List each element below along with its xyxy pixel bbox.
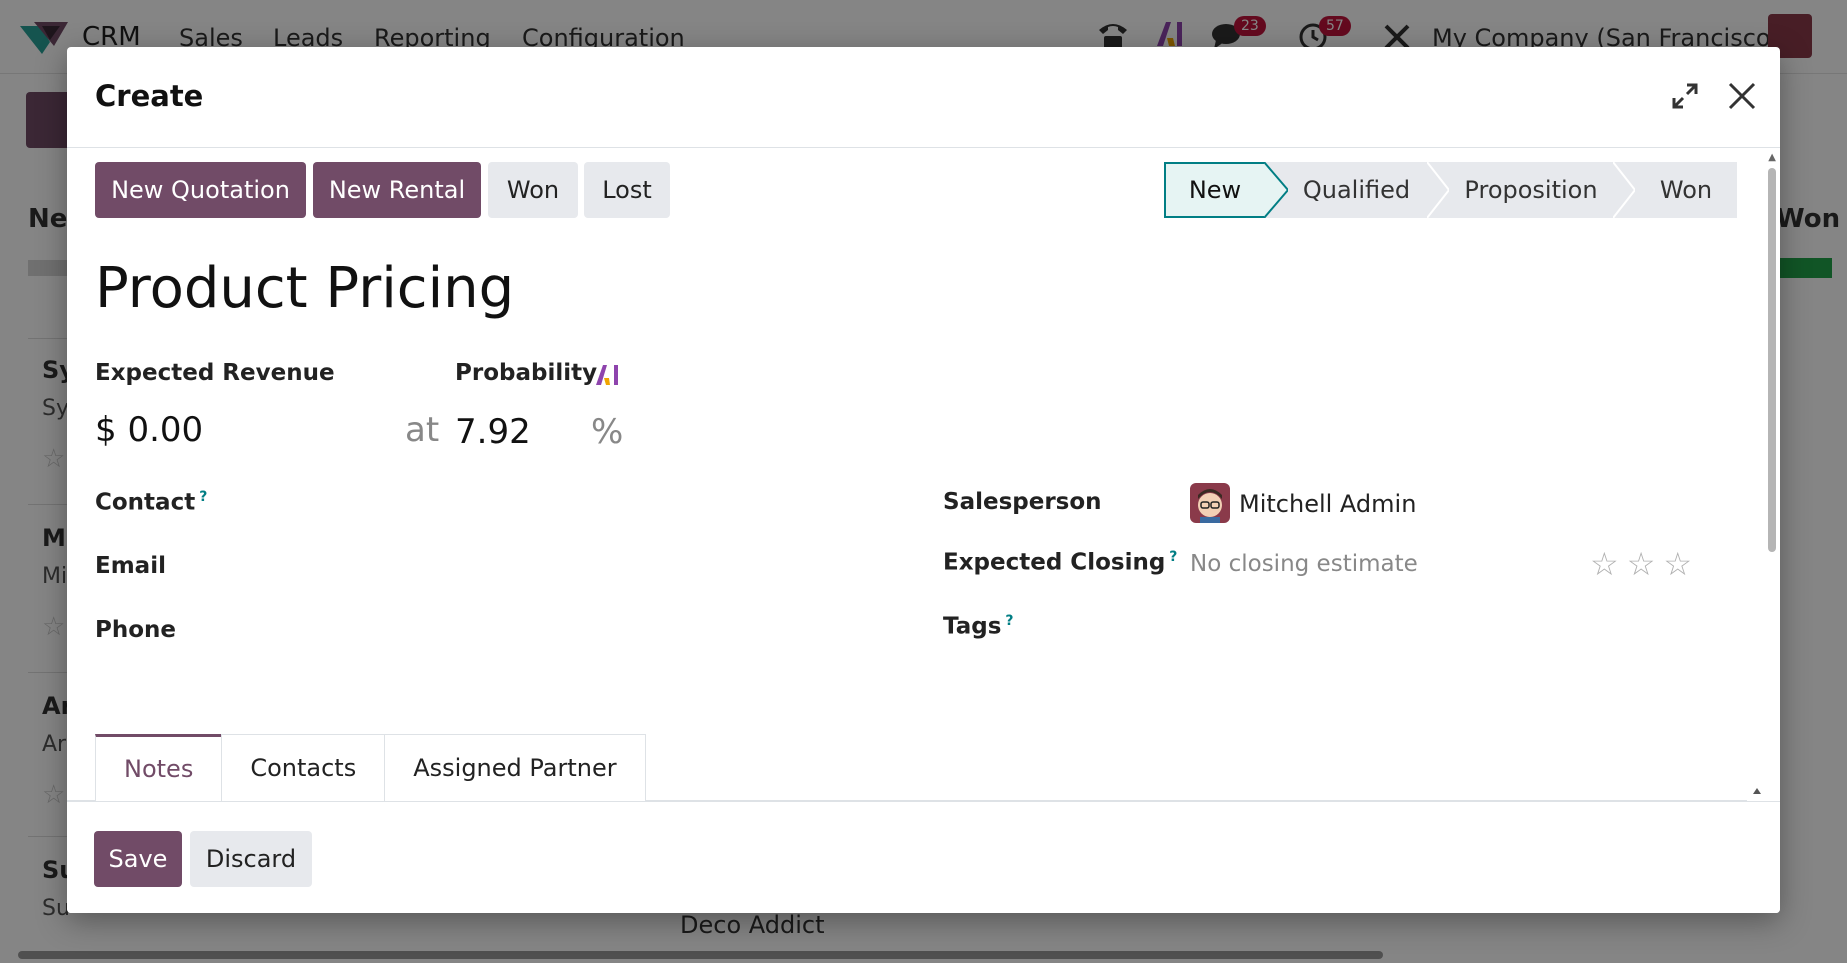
vertical-scrollbar-thumb[interactable] bbox=[1768, 168, 1776, 552]
avatar-image bbox=[1190, 483, 1230, 523]
expected-revenue-input[interactable]: $ 0.00 bbox=[95, 410, 203, 450]
dialog-header: Create bbox=[67, 47, 1780, 148]
expected-closing-input[interactable]: No closing estimate bbox=[1190, 551, 1418, 577]
stage-new[interactable]: New bbox=[1164, 162, 1288, 218]
save-button[interactable]: Save bbox=[94, 831, 182, 887]
tags-label: Tags? bbox=[943, 613, 1014, 640]
stage-statusbar: New Qualified Proposition Won bbox=[1164, 162, 1737, 218]
contact-label-text: Contact bbox=[95, 489, 196, 516]
tags-label-text: Tags bbox=[943, 613, 1002, 640]
ai-probability-icon[interactable] bbox=[595, 364, 621, 386]
notebook-tabs: Notes Contacts Assigned Partner bbox=[95, 734, 646, 801]
stage-qualified[interactable]: Qualified bbox=[1264, 162, 1449, 218]
dialog-footer: Save Discard bbox=[67, 801, 1780, 913]
opportunity-title[interactable]: Product Pricing bbox=[95, 256, 514, 321]
close-icon[interactable] bbox=[1725, 79, 1759, 113]
stage-label: Won bbox=[1659, 176, 1713, 204]
dialog-title: Create bbox=[95, 79, 204, 113]
stage-arrow bbox=[1264, 162, 1288, 218]
discard-button[interactable]: Discard bbox=[190, 831, 312, 887]
tab-contacts[interactable]: Contacts bbox=[221, 734, 386, 801]
help-icon[interactable]: ? bbox=[1005, 613, 1013, 629]
contact-label: Contact? bbox=[95, 489, 207, 516]
stage-label: Proposition bbox=[1464, 176, 1598, 204]
star-icon[interactable]: ☆ bbox=[1663, 548, 1692, 580]
new-rental-button[interactable]: New Rental bbox=[313, 162, 481, 218]
create-dialog: Create ▲ New Quotation New Rental Won Lo… bbox=[67, 47, 1780, 913]
expected-closing-label: Expected Closing? bbox=[943, 549, 1177, 576]
stage-label: New bbox=[1188, 176, 1242, 204]
probability-unit: % bbox=[591, 412, 624, 452]
phone-label: Phone bbox=[95, 617, 177, 643]
at-label: at bbox=[405, 410, 440, 450]
dialog-body: ▲ New Quotation New Rental Won Lost New … bbox=[67, 148, 1780, 848]
help-icon[interactable]: ? bbox=[1169, 549, 1177, 565]
priority-widget: ☆ ☆ ☆ bbox=[1590, 548, 1692, 580]
salesperson-label: Salesperson bbox=[943, 489, 1102, 515]
salesperson-input[interactable]: Mitchell Admin bbox=[1239, 490, 1416, 518]
star-icon[interactable]: ☆ bbox=[1627, 548, 1656, 580]
stage-proposition[interactable]: Proposition bbox=[1427, 162, 1635, 218]
expand-icon[interactable] bbox=[1670, 81, 1700, 111]
stage-arrow bbox=[1613, 162, 1635, 218]
lost-button[interactable]: Lost bbox=[584, 162, 670, 218]
salesperson-avatar bbox=[1190, 483, 1230, 523]
email-label: Email bbox=[95, 553, 166, 579]
help-icon[interactable]: ? bbox=[199, 489, 207, 505]
tab-assigned-partner[interactable]: Assigned Partner bbox=[384, 734, 646, 801]
star-icon[interactable]: ☆ bbox=[1590, 548, 1619, 580]
probability-label: Probability bbox=[455, 360, 598, 386]
stage-arrow bbox=[1427, 162, 1449, 218]
new-quotation-button[interactable]: New Quotation bbox=[95, 162, 306, 218]
expected-revenue-label: Expected Revenue bbox=[95, 360, 335, 386]
expected-closing-label-text: Expected Closing bbox=[943, 549, 1166, 576]
probability-input[interactable]: 7.92 bbox=[455, 412, 531, 452]
scroll-up-icon[interactable]: ▲ bbox=[1768, 152, 1776, 163]
won-button[interactable]: Won bbox=[488, 162, 578, 218]
tab-notes[interactable]: Notes bbox=[95, 734, 223, 801]
stage-label: Qualified bbox=[1302, 176, 1411, 204]
